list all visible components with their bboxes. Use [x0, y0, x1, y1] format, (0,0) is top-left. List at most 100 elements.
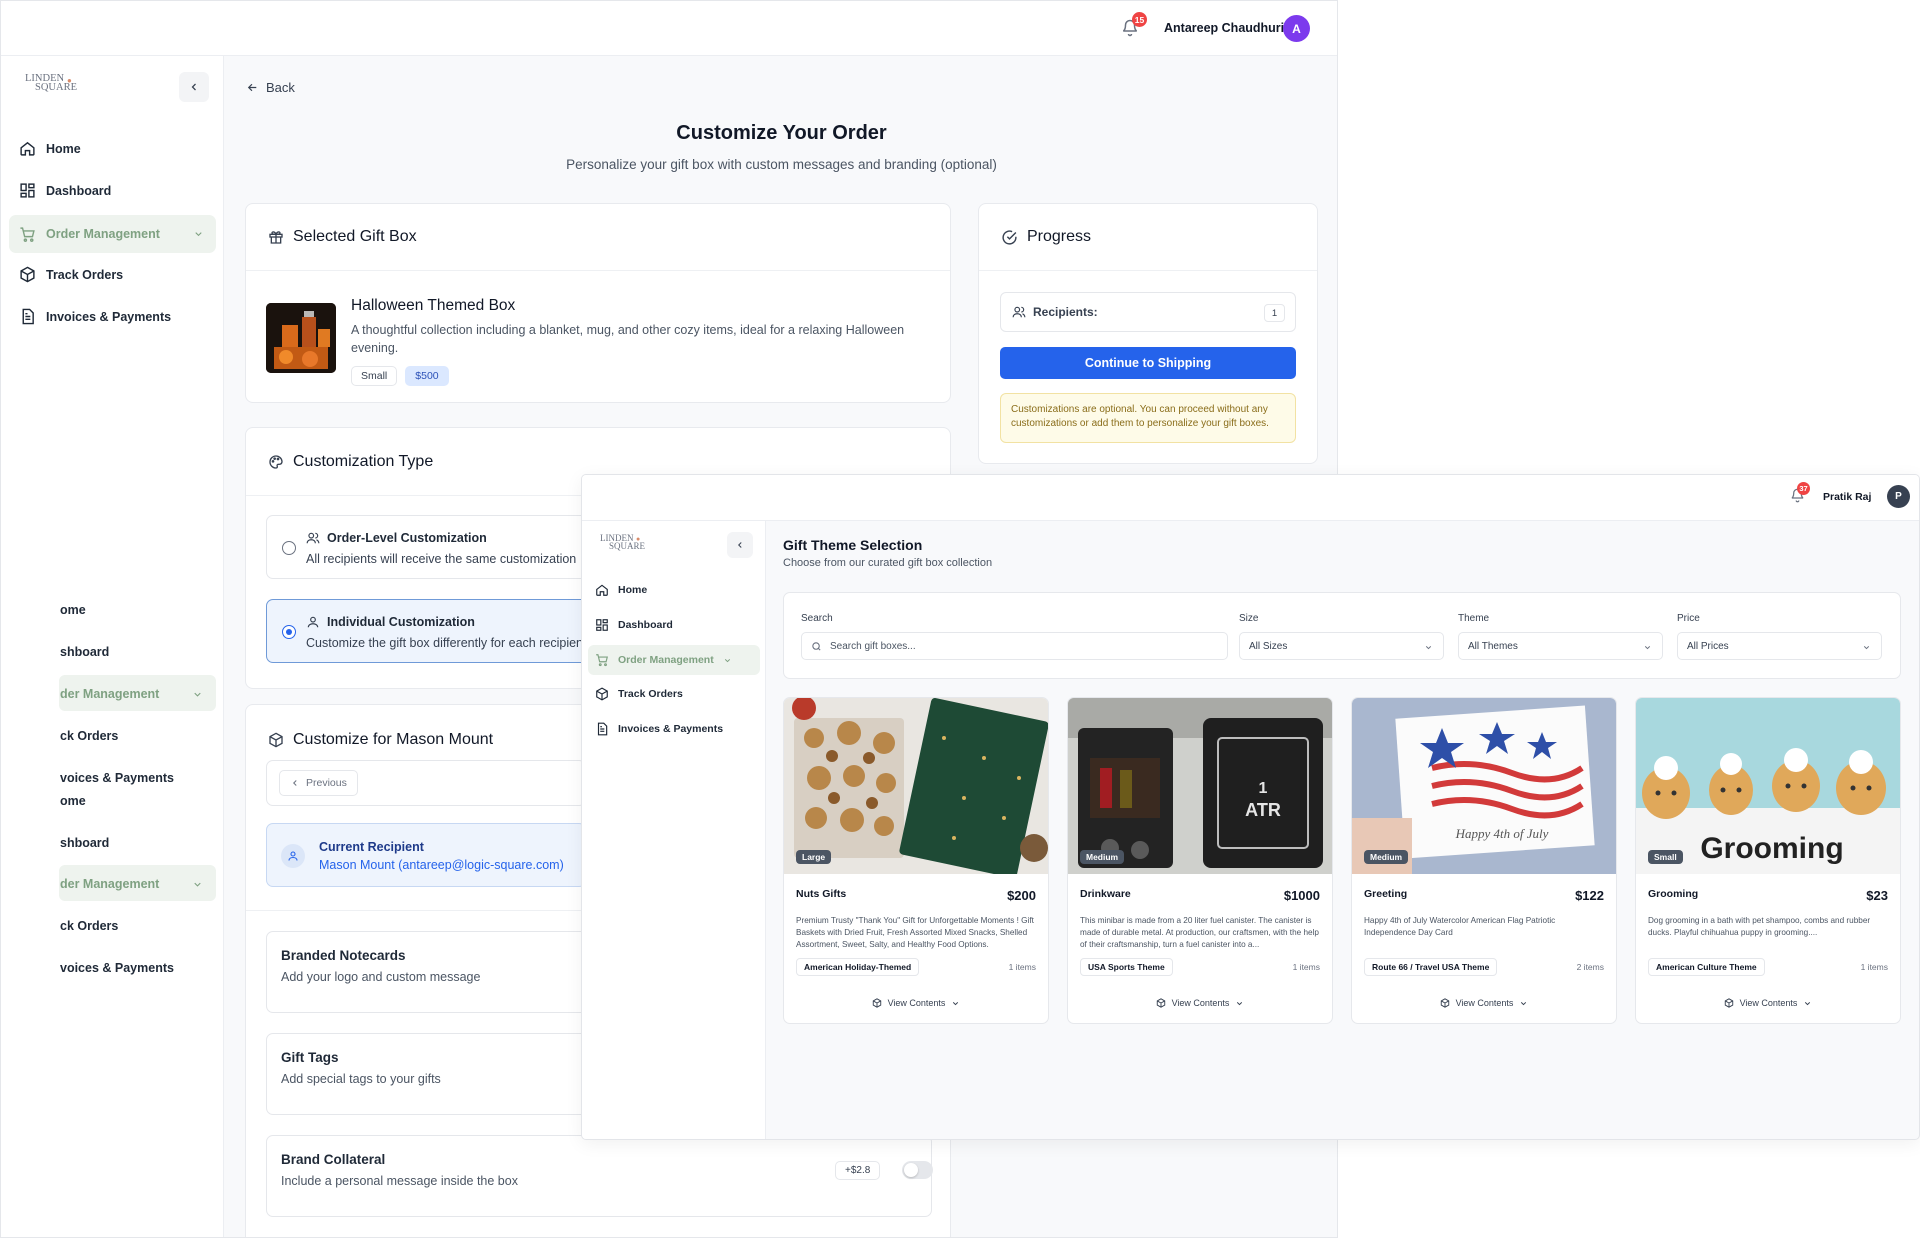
previous-button[interactable]: Previous [279, 770, 358, 796]
sidebar-item-dashboard[interactable]: Dashboard [595, 618, 673, 632]
view-contents-button[interactable]: View Contents [1068, 998, 1332, 1008]
price-label: Price [1677, 613, 1700, 624]
halloween-box-image [266, 303, 336, 373]
filter-panel: Search Search gift boxes... Size All Siz… [783, 592, 1901, 679]
product-name: Nuts Gifts [796, 888, 847, 900]
current-recipient-box: Current Recipient Mason Mount (antareep@… [266, 823, 586, 887]
product-name: Grooming [1648, 888, 1699, 900]
sidebar-item-invoices[interactable]: Invoices & Payments [19, 308, 171, 325]
chevron-down-icon [194, 882, 201, 887]
product-item-count: 1 items [1860, 962, 1888, 972]
product-image-nuts [784, 698, 1048, 874]
addon-brand-collateral[interactable]: Brand Collateral Include a personal mess… [266, 1135, 933, 1217]
users-icon [1012, 306, 1026, 318]
addon-toggle[interactable] [902, 1161, 933, 1179]
sidebar-item-home[interactable]: Home [19, 140, 81, 157]
grooming-image-text: Grooming [1700, 832, 1843, 865]
recipients-count: 1 [1264, 304, 1285, 322]
view-contents-button[interactable]: View Contents [1352, 998, 1616, 1008]
users-icon [306, 532, 320, 544]
chevron-left-icon [738, 542, 742, 548]
product-name: Drinkware [1080, 888, 1131, 900]
invoice-icon [22, 308, 34, 325]
product-card[interactable]: Large Nuts Gifts $200 Premium Trusty "Th… [783, 697, 1049, 1024]
cart-icon [596, 654, 608, 667]
product-name: Greeting [1364, 888, 1408, 900]
card-title: Customization Type [293, 452, 434, 470]
size-select[interactable]: All Sizes [1239, 632, 1444, 660]
page-subtitle: Personalize your gift box with custom me… [566, 157, 997, 172]
chevron-down-icon [194, 692, 201, 697]
chevron-down-icon [1237, 1001, 1243, 1005]
avatar[interactable]: A [1283, 15, 1310, 42]
card-header: Progress [979, 204, 1317, 271]
selected-gift-box-card: Selected Gift Box Halloween Themed Box A… [245, 203, 951, 403]
chevron-down-icon [195, 232, 202, 237]
size-label: Size [1239, 613, 1259, 624]
ghost-nav-label: der Management [60, 877, 160, 891]
radio-individual[interactable] [282, 625, 296, 639]
home-icon [596, 584, 608, 596]
view-contents-button[interactable]: View Contents [784, 998, 1048, 1008]
product-card[interactable]: Happy 4th of July Medium Greeting $122 H… [1351, 697, 1617, 1024]
user-icon [307, 616, 319, 628]
recipient-nav-box: Previous [266, 760, 586, 806]
optional-note: Customizations are optional. You can pro… [1000, 393, 1296, 443]
gift-box-tags: Small $500 [351, 366, 449, 386]
card-header: Customize for Mason Mount [268, 731, 493, 749]
current-recipient-label: Current Recipient [319, 840, 424, 854]
sidebar-item-invoices[interactable]: Invoices & Payments [595, 722, 723, 736]
user-name[interactable]: Antareep Chaudhuri [1164, 21, 1284, 35]
sidebar-item-track-orders[interactable]: Track Orders [595, 687, 683, 701]
card-title: Progress [1027, 228, 1092, 245]
continue-to-shipping-button[interactable]: Continue to Shipping [1000, 347, 1296, 379]
collapse-sidebar-button[interactable] [727, 532, 753, 558]
product-theme-tag: American Holiday-Themed [796, 958, 920, 976]
avatar[interactable]: P [1887, 485, 1910, 508]
product-card[interactable]: Grooming Small Grooming $23 Dog grooming… [1635, 697, 1901, 1024]
user-name[interactable]: Pratik Raj [1823, 491, 1871, 503]
sidebar-item-track-orders[interactable]: Track Orders [19, 266, 123, 283]
sidebar-item-dashboard[interactable]: Dashboard [19, 182, 111, 199]
sidebar-item-order-management[interactable]: Order Management [588, 645, 760, 675]
card-header: Selected Gift Box [246, 204, 950, 271]
product-card[interactable]: 1 ATR Medium Drinkware $1000 This miniba… [1067, 697, 1333, 1024]
ghost-nav-label: shboard [60, 645, 110, 659]
product-item-count: 2 items [1576, 962, 1604, 972]
product-item-count: 1 items [1292, 962, 1320, 972]
ghost-nav-label: ome [60, 603, 86, 617]
greeting-image-text: Happy 4th of July [1455, 826, 1549, 841]
sidebar-item-home[interactable]: Home [595, 583, 647, 597]
chevron-down-icon [1644, 646, 1651, 650]
collapse-sidebar-button[interactable] [179, 72, 209, 102]
package-icon [269, 732, 283, 748]
gift-box-description: A thoughtful collection including a blan… [351, 323, 905, 355]
radio-order-level[interactable] [282, 541, 296, 555]
product-description: Premium Trusty "Thank You" Gift for Unfo… [796, 916, 1034, 949]
page-title: Gift Theme Selection [783, 537, 923, 553]
product-price: $1000 [1283, 888, 1320, 903]
theme-select[interactable]: All Themes [1458, 632, 1663, 660]
invoice-icon [597, 722, 608, 736]
page-subtitle: Choose from our curated gift box collect… [783, 557, 993, 569]
chevron-down-icon [1805, 1001, 1811, 1005]
ghost-nav-label: ome [60, 794, 86, 808]
ghost-nav-label: voices & Payments [60, 961, 174, 975]
price-select[interactable]: All Prices [1677, 632, 1882, 660]
chevron-down-icon [1425, 646, 1432, 650]
ghost-nav-label: ck Orders [60, 729, 119, 743]
sidebar-item-order-management[interactable]: Order Management [9, 215, 216, 253]
search-input[interactable]: Search gift boxes... [801, 632, 1228, 660]
progress-card: Progress Recipients: 1 Continue to Shipp… [978, 203, 1318, 464]
package-icon [1440, 998, 1449, 1008]
product-theme-tag: USA Sports Theme [1080, 958, 1173, 976]
size-tag: Small [351, 366, 398, 386]
brand-logo[interactable]: LINDEN ● SQUARE [25, 73, 77, 93]
brand-logo[interactable]: LINDEN ● SQUARE [600, 534, 645, 550]
sidebar: LINDEN ● SQUARE Home Dashboard Order Mana… [1, 56, 224, 1237]
view-contents-button[interactable]: View Contents [1636, 998, 1900, 1008]
price-tag: $500 [405, 366, 449, 386]
dashboard-icon [20, 183, 35, 198]
theme-label: Theme [1458, 613, 1490, 624]
back-link[interactable]: Back [246, 80, 295, 95]
